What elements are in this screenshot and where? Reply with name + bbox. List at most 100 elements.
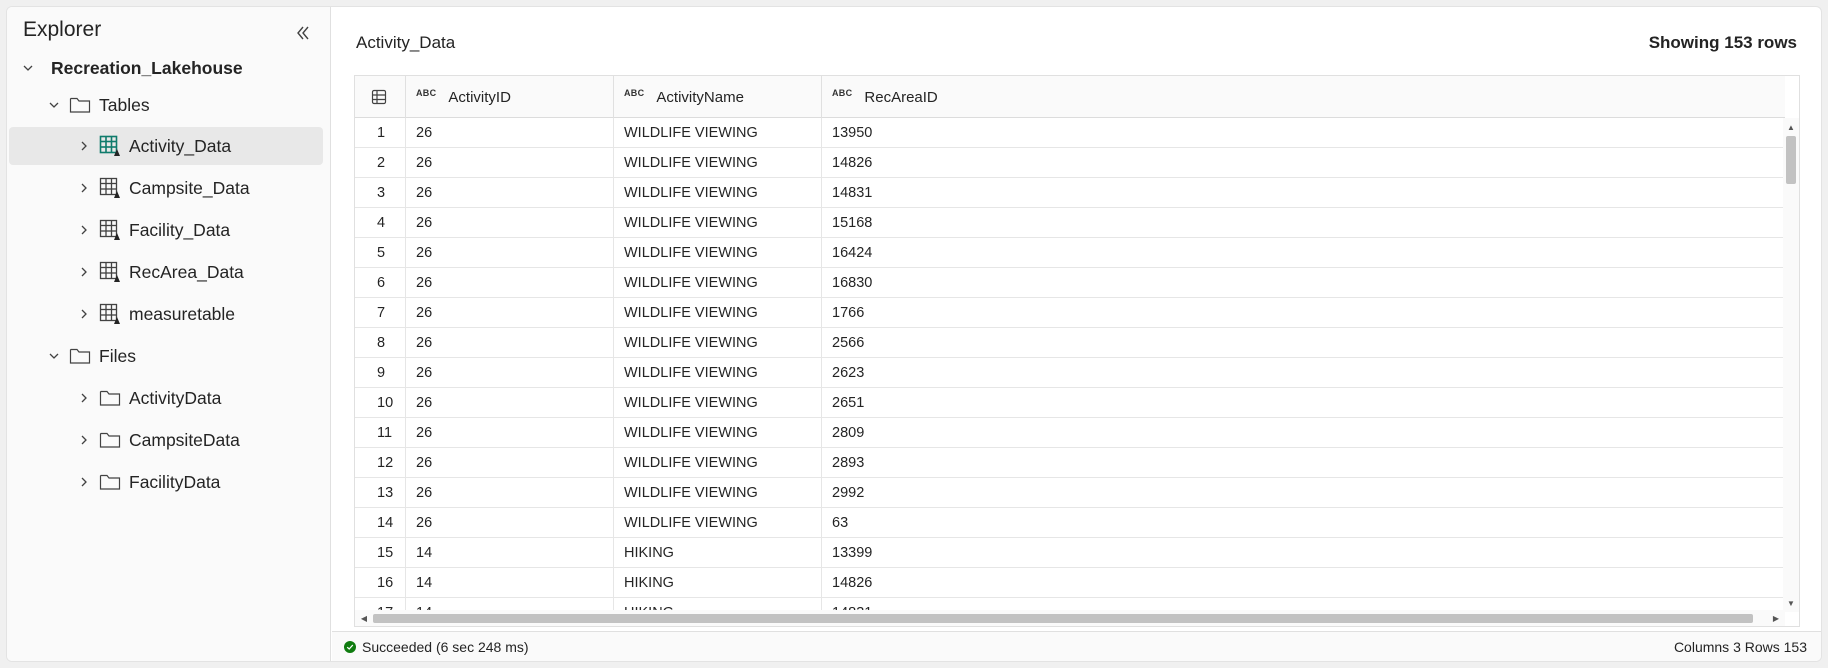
table-row[interactable]: 8 26 WILDLIFE VIEWING 2566 — [355, 328, 1785, 358]
row-number-cell[interactable]: 13 — [355, 478, 406, 508]
row-number-cell[interactable]: 4 — [355, 208, 406, 238]
table-cell[interactable]: WILDLIFE VIEWING — [614, 358, 822, 388]
table-cell[interactable]: 63 — [822, 508, 1785, 538]
table-row[interactable]: 13 26 WILDLIFE VIEWING 2992 — [355, 478, 1785, 508]
row-number-cell[interactable]: 12 — [355, 448, 406, 478]
table-cell[interactable]: WILDLIFE VIEWING — [614, 418, 822, 448]
table-cell[interactable]: 26 — [406, 508, 614, 538]
table-row[interactable]: 7 26 WILDLIFE VIEWING 1766 — [355, 298, 1785, 328]
row-number-cell[interactable]: 10 — [355, 388, 406, 418]
table-cell[interactable]: WILDLIFE VIEWING — [614, 178, 822, 208]
table-cell[interactable]: 16830 — [822, 268, 1785, 298]
vertical-scroll-thumb[interactable] — [1786, 136, 1796, 184]
tree-item-recarea-data[interactable]: RecArea_Data — [9, 253, 323, 291]
table-cell[interactable]: 26 — [406, 358, 614, 388]
row-number-cell[interactable]: 14 — [355, 508, 406, 538]
table-cell[interactable]: 2651 — [822, 388, 1785, 418]
tree-item-measuretable[interactable]: measuretable — [9, 295, 323, 333]
table-cell[interactable]: WILDLIFE VIEWING — [614, 208, 822, 238]
horizontal-scrollbar[interactable]: ◀ ▶ — [355, 610, 1785, 626]
table-cell[interactable]: 26 — [406, 268, 614, 298]
table-cell[interactable]: 14826 — [822, 568, 1785, 598]
table-cell[interactable]: WILDLIFE VIEWING — [614, 298, 822, 328]
table-cell[interactable]: WILDLIFE VIEWING — [614, 328, 822, 358]
table-cell[interactable]: 26 — [406, 418, 614, 448]
table-cell[interactable]: 26 — [406, 118, 614, 148]
table-row[interactable]: 9 26 WILDLIFE VIEWING 2623 — [355, 358, 1785, 388]
horizontal-scroll-thumb[interactable] — [373, 614, 1753, 623]
table-cell[interactable]: 16424 — [822, 238, 1785, 268]
column-header[interactable]: ABC RecAreaID — [822, 76, 1785, 118]
table-cell[interactable]: 2809 — [822, 418, 1785, 448]
table-row[interactable]: 15 14 HIKING 13399 — [355, 538, 1785, 568]
row-number-cell[interactable]: 7 — [355, 298, 406, 328]
table-cell[interactable]: 26 — [406, 238, 614, 268]
tree-item-campsitedata[interactable]: CampsiteData — [9, 421, 323, 459]
row-number-cell[interactable]: 2 — [355, 148, 406, 178]
table-cell[interactable]: 2566 — [822, 328, 1785, 358]
tree-item-facilitydata[interactable]: FacilityData — [9, 463, 323, 501]
table-cell[interactable]: WILDLIFE VIEWING — [614, 118, 822, 148]
table-cell[interactable]: HIKING — [614, 538, 822, 568]
table-cell[interactable]: HIKING — [614, 568, 822, 598]
table-cell[interactable]: 14 — [406, 568, 614, 598]
table-cell[interactable]: 26 — [406, 298, 614, 328]
select-all-cell[interactable] — [355, 76, 406, 118]
row-number-cell[interactable]: 15 — [355, 538, 406, 568]
collapse-pane-button[interactable] — [291, 21, 315, 45]
table-row[interactable]: 16 14 HIKING 14826 — [355, 568, 1785, 598]
table-cell[interactable]: 26 — [406, 178, 614, 208]
table-row[interactable]: 2 26 WILDLIFE VIEWING 14826 — [355, 148, 1785, 178]
table-cell[interactable]: 26 — [406, 448, 614, 478]
tree-item-facility-data[interactable]: Facility_Data — [9, 211, 323, 249]
scroll-down-icon[interactable]: ▼ — [1786, 598, 1796, 608]
table-cell[interactable]: 13950 — [822, 118, 1785, 148]
tree-item-tables[interactable]: Tables — [9, 86, 323, 124]
table-cell[interactable]: 26 — [406, 388, 614, 418]
row-number-cell[interactable]: 9 — [355, 358, 406, 388]
row-number-cell[interactable]: 6 — [355, 268, 406, 298]
tree-item-files[interactable]: Files — [9, 337, 323, 375]
table-cell[interactable]: 26 — [406, 208, 614, 238]
column-header[interactable]: ABC ActivityID — [406, 76, 614, 118]
scroll-up-icon[interactable]: ▲ — [1786, 122, 1796, 132]
tree-item-activitydata[interactable]: ActivityData — [9, 379, 323, 417]
table-row[interactable]: 1 26 WILDLIFE VIEWING 13950 — [355, 118, 1785, 148]
table-row[interactable]: 6 26 WILDLIFE VIEWING 16830 — [355, 268, 1785, 298]
table-cell[interactable]: WILDLIFE VIEWING — [614, 388, 822, 418]
table-row[interactable]: 10 26 WILDLIFE VIEWING 2651 — [355, 388, 1785, 418]
tree-item-activity-data[interactable]: Activity_Data — [9, 127, 323, 165]
row-number-cell[interactable]: 1 — [355, 118, 406, 148]
column-header[interactable]: ABC ActivityName — [614, 76, 822, 118]
table-cell[interactable]: 14831 — [822, 178, 1785, 208]
table-cell[interactable]: WILDLIFE VIEWING — [614, 478, 822, 508]
table-row[interactable]: 11 26 WILDLIFE VIEWING 2809 — [355, 418, 1785, 448]
tree-item-lakehouse[interactable]: Recreation_Lakehouse — [9, 49, 323, 87]
table-row[interactable]: 12 26 WILDLIFE VIEWING 2893 — [355, 448, 1785, 478]
tree-item-campsite-data[interactable]: Campsite_Data — [9, 169, 323, 207]
table-cell[interactable]: 14 — [406, 538, 614, 568]
table-cell[interactable]: 1766 — [822, 298, 1785, 328]
table-cell[interactable]: 13399 — [822, 538, 1785, 568]
scroll-left-icon[interactable]: ◀ — [359, 613, 369, 623]
table-row[interactable]: 5 26 WILDLIFE VIEWING 16424 — [355, 238, 1785, 268]
table-cell[interactable]: WILDLIFE VIEWING — [614, 268, 822, 298]
row-number-cell[interactable]: 3 — [355, 178, 406, 208]
vertical-scrollbar[interactable]: ▲ ▼ — [1783, 118, 1799, 612]
row-number-cell[interactable]: 8 — [355, 328, 406, 358]
row-number-cell[interactable]: 5 — [355, 238, 406, 268]
row-number-cell[interactable]: 11 — [355, 418, 406, 448]
table-cell[interactable]: 14826 — [822, 148, 1785, 178]
table-cell[interactable]: 26 — [406, 148, 614, 178]
table-cell[interactable]: 26 — [406, 478, 614, 508]
scroll-right-icon[interactable]: ▶ — [1771, 613, 1781, 623]
row-number-cell[interactable]: 16 — [355, 568, 406, 598]
table-cell[interactable]: WILDLIFE VIEWING — [614, 238, 822, 268]
table-cell[interactable]: WILDLIFE VIEWING — [614, 448, 822, 478]
table-cell[interactable]: 2893 — [822, 448, 1785, 478]
table-row[interactable]: 3 26 WILDLIFE VIEWING 14831 — [355, 178, 1785, 208]
table-cell[interactable]: 15168 — [822, 208, 1785, 238]
table-cell[interactable]: 2992 — [822, 478, 1785, 508]
table-cell[interactable]: WILDLIFE VIEWING — [614, 508, 822, 538]
table-row[interactable]: 14 26 WILDLIFE VIEWING 63 — [355, 508, 1785, 538]
